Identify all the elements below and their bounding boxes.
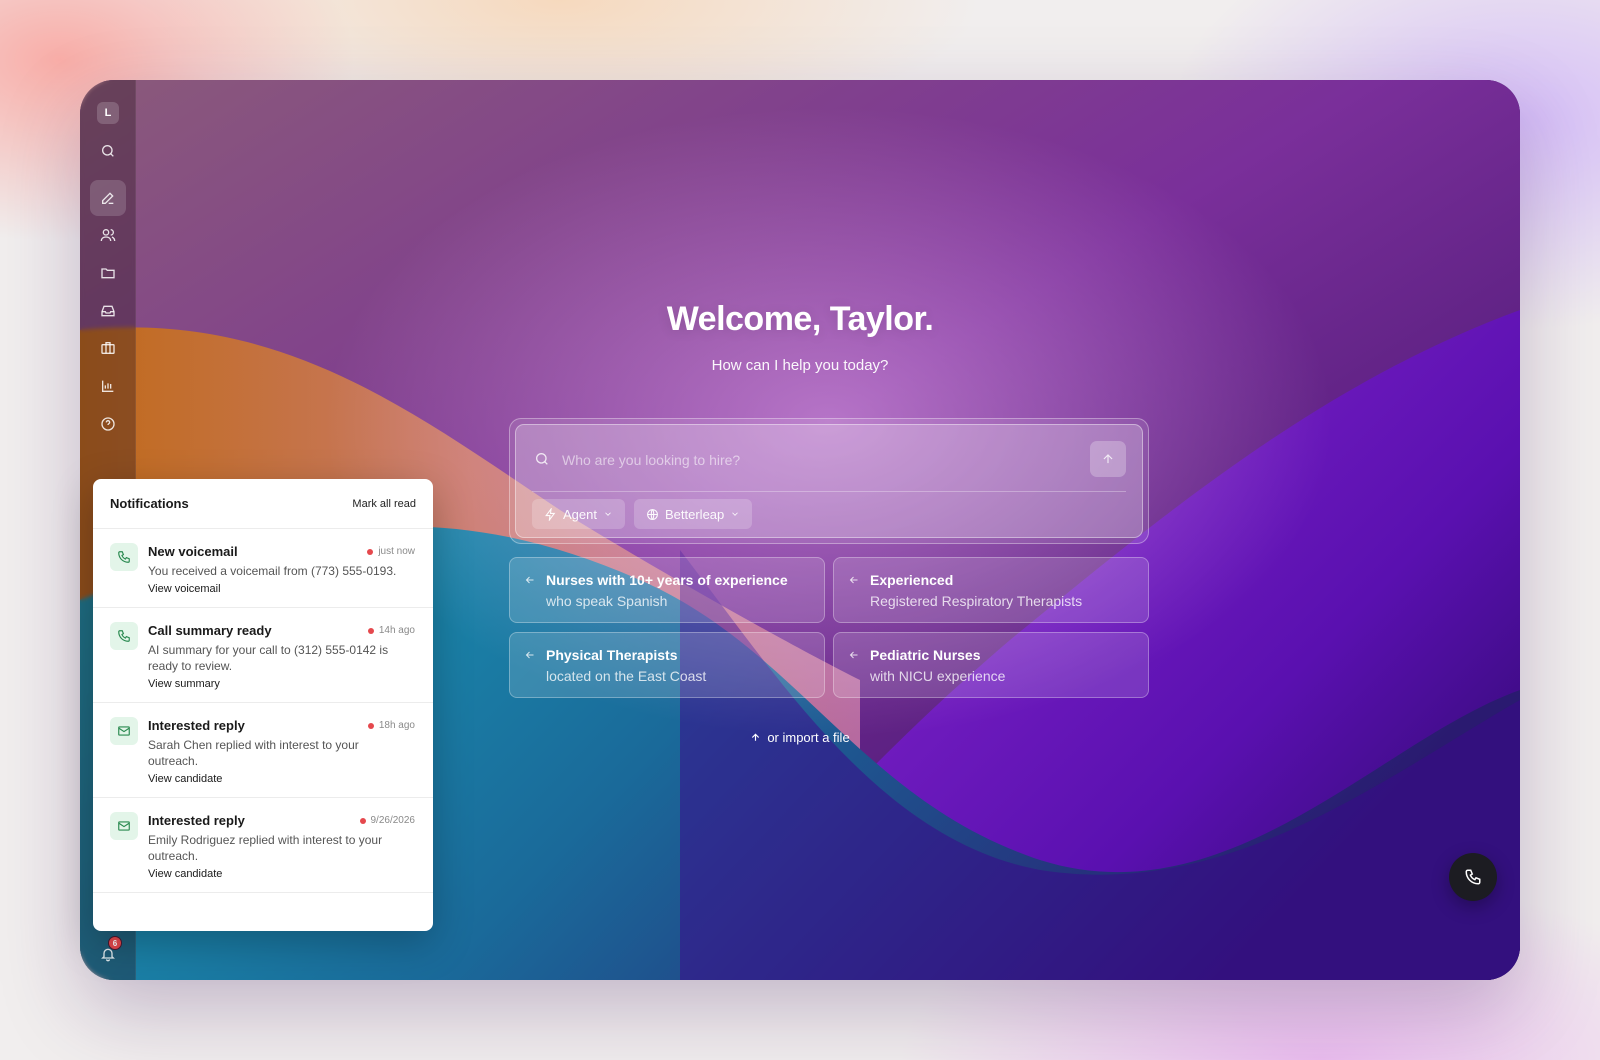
- welcome-subtitle: How can I help you today?: [711, 357, 889, 374]
- send-button[interactable]: [1090, 441, 1126, 477]
- arrow-up-icon: [1103, 454, 1113, 464]
- notification-item[interactable]: New voicemail just now You received a vo…: [93, 529, 433, 608]
- suggestion-card[interactable]: Physical Therapists located on the East …: [509, 632, 825, 698]
- phone-icon: [110, 622, 138, 650]
- welcome-heading: Welcome, Taylor.: [666, 300, 934, 338]
- suggestion-subtitle: located on the East Coast: [546, 668, 707, 684]
- notification-time: 9/26/2026: [359, 815, 416, 826]
- notification-count-badge: 6: [108, 936, 122, 950]
- source-dropdown[interactable]: Betterleap: [634, 499, 753, 529]
- search-panel: Agent Betterleap: [509, 418, 1149, 544]
- chevron-down-icon: [605, 512, 611, 516]
- notification-body: Emily Rodriguez replied with interest to…: [148, 833, 383, 863]
- suggestion-title: Experienced: [870, 572, 954, 588]
- notification-item[interactable]: Call summary ready 14h ago AI summary fo…: [93, 608, 433, 703]
- agent-dropdown-label: Agent: [563, 506, 597, 522]
- bolt-icon: [545, 507, 556, 521]
- notification-time-text: 9/26/2026: [370, 815, 416, 826]
- suggestion-subtitle: who speak Spanish: [546, 593, 668, 609]
- workspace-logo[interactable]: L: [97, 102, 119, 124]
- dialer-button[interactable]: [1449, 853, 1497, 901]
- notification-time-text: 18h ago: [378, 720, 415, 731]
- suggestion-subtitle: with NICU experience: [870, 668, 1006, 684]
- globe-icon: [647, 508, 658, 520]
- suggestion-card[interactable]: Pediatric Nurses with NICU experience: [833, 632, 1149, 698]
- unread-dot: [367, 548, 374, 555]
- arrow-left-icon: [848, 573, 860, 591]
- notification-link[interactable]: View summary: [148, 678, 220, 690]
- unread-dot: [367, 722, 374, 729]
- notification-time: 14h ago: [367, 625, 415, 636]
- notification-time-text: just now: [378, 546, 415, 557]
- notification-item[interactable]: Interested reply 9/26/2026 Emily Rodrigu…: [93, 798, 433, 893]
- suggestion-title: Pediatric Nurses: [870, 647, 981, 663]
- notification-time: just now: [367, 546, 415, 557]
- suggestion-title: Nurses with 10+ years of experience: [546, 572, 788, 588]
- notification-body: You received a voicemail from (773) 555-…: [148, 564, 397, 578]
- chevron-down-icon: [732, 512, 739, 516]
- arrow-left-icon: [524, 648, 536, 666]
- notification-body: Sarah Chen replied with interest to your…: [148, 738, 359, 768]
- hire-search-input[interactable]: [562, 443, 1062, 477]
- phone-icon: [1465, 869, 1481, 885]
- unread-dot: [359, 817, 366, 824]
- agent-dropdown[interactable]: Agent: [532, 499, 625, 529]
- suggestion-card[interactable]: Nurses with 10+ years of experience who …: [509, 557, 825, 623]
- import-file-label: or import a file: [767, 730, 850, 745]
- notifications-header: Notifications Mark all read: [93, 479, 433, 529]
- folder-icon[interactable]: [90, 255, 126, 291]
- arrow-left-icon: [848, 648, 860, 666]
- mail-icon: [110, 717, 138, 745]
- notification-link[interactable]: View candidate: [148, 773, 222, 785]
- notifications-panel: Notifications Mark all read New voicemai…: [93, 479, 433, 931]
- mark-all-read-button[interactable]: Mark all read: [352, 498, 416, 510]
- search-box: Agent Betterleap: [515, 424, 1143, 538]
- mail-icon: [110, 812, 138, 840]
- suggestion-subtitle: Registered Respiratory Therapists: [870, 593, 1083, 609]
- source-dropdown-label: Betterleap: [665, 506, 725, 522]
- notifications-title: Notifications: [110, 496, 189, 511]
- search-divider: [532, 491, 1126, 492]
- arrow-left-icon: [524, 573, 536, 591]
- notification-link[interactable]: View candidate: [148, 868, 222, 880]
- search-icon: [534, 451, 550, 472]
- suggestion-card[interactable]: Experienced Registered Respiratory Thera…: [833, 557, 1149, 623]
- compose-icon[interactable]: [90, 180, 126, 216]
- notification-body: AI summary for your call to (312) 555-01…: [148, 643, 389, 673]
- notification-time: 18h ago: [367, 720, 415, 731]
- notification-time-text: 14h ago: [378, 625, 415, 636]
- notification-link[interactable]: View voicemail: [148, 583, 221, 595]
- arrow-up-icon: [752, 733, 760, 741]
- help-icon[interactable]: [90, 406, 126, 442]
- notification-item[interactable]: Interested reply 18h ago Sarah Chen repl…: [93, 703, 433, 798]
- users-icon[interactable]: [90, 217, 126, 253]
- search-icon[interactable]: [90, 133, 126, 169]
- unread-dot: [367, 627, 374, 634]
- suggestion-title: Physical Therapists: [546, 647, 678, 663]
- phone-icon: [110, 543, 138, 571]
